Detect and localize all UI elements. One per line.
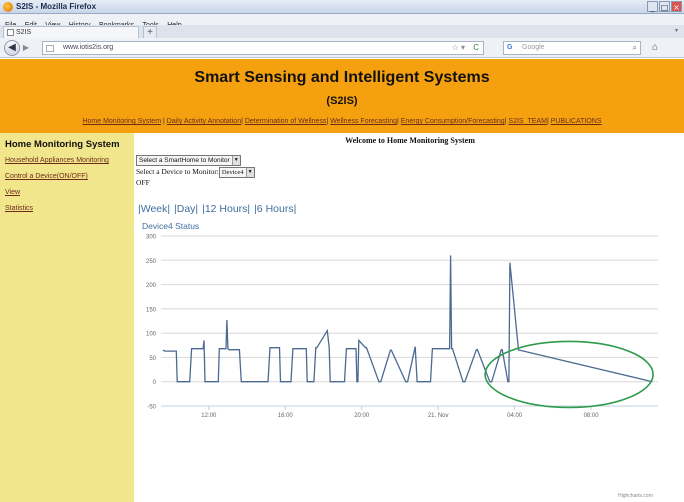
site-identity-icon[interactable]: [46, 45, 54, 52]
welcome-heading: Welcome to Home Monitoring System: [345, 136, 475, 145]
smarthome-select[interactable]: Select a SmartHome to Monitor ▼: [136, 155, 241, 166]
tab-list-icon[interactable]: ▾: [675, 27, 678, 34]
y-tick-label: 200: [146, 283, 157, 289]
reload-icon[interactable]: C: [473, 43, 479, 52]
device-select-row: Select a Device to Monitor: Device4 ▼: [136, 167, 255, 178]
url-bar[interactable]: www.iotis2is.org ☆ ▾ C: [42, 41, 484, 55]
bookmark-star-icon[interactable]: ☆ ▾: [452, 43, 465, 52]
chevron-down-icon: ▼: [231, 156, 240, 165]
chart-credit[interactable]: Highcharts.com: [618, 493, 653, 499]
range-6-hours[interactable]: |6 Hours|: [254, 203, 296, 215]
x-tick-label: 12:00: [201, 413, 217, 419]
nav-link-wellness[interactable]: Determination of Wellness: [245, 118, 327, 125]
series-line: [162, 255, 653, 383]
y-tick-label: 100: [146, 332, 157, 338]
tab-s2is[interactable]: S2IS: [3, 26, 139, 38]
device-state: OFF: [136, 178, 150, 187]
back-forward: ◀ ▶: [4, 40, 42, 56]
main-panel: Welcome to Home Monitoring System Select…: [136, 133, 684, 502]
y-tick-label: -50: [147, 405, 156, 411]
highlight-ellipse: [484, 340, 654, 409]
tab-bar: S2IS + ▾: [0, 25, 684, 38]
forward-button[interactable]: ▶: [20, 43, 32, 53]
sidebar-item-statistics[interactable]: Statistics: [5, 205, 33, 212]
browser-window: S2IS - Mozilla Firefox _ □ × File Edit V…: [0, 0, 684, 502]
chart-svg: Device4 Status -50 0 50 100 150 200 250 300 12:00…: [142, 221, 658, 419]
chart-title: Device4 Status: [142, 221, 199, 231]
maximize-icon[interactable]: □: [659, 1, 670, 12]
window-controls: _ □ ×: [647, 1, 682, 12]
url-text[interactable]: www.iotis2is.org: [63, 44, 113, 51]
site-subtitle: (S2IS): [326, 95, 358, 107]
nav-link-energy[interactable]: Energy Consumption/Forecasting: [401, 118, 505, 125]
sidebar-heading: Home Monitoring System: [5, 139, 120, 150]
device-select-label: Select a Device to Monitor:: [136, 167, 219, 177]
search-engine-icon[interactable]: G: [507, 44, 512, 51]
x-tick-label: 20:00: [354, 413, 370, 419]
search-icon[interactable]: ⌕: [633, 43, 637, 53]
x-tick-label: 21. Nov: [428, 413, 449, 419]
device-status-chart: Device4 Status -50 0 50 100 150 200 250 300 12:00…: [136, 219, 684, 499]
nav-link-forecasting[interactable]: Wellness Forecasting: [330, 118, 397, 125]
x-tick-label: 16:00: [278, 413, 294, 419]
smarthome-select-value: Select a SmartHome to Monitor: [139, 157, 230, 164]
device-select-value: Device4: [221, 169, 244, 176]
sidebar-item-control[interactable]: Control a Device(ON/OFF): [5, 173, 88, 180]
tab-label: S2IS: [16, 29, 32, 36]
y-tick-label: 0: [153, 380, 157, 386]
close-icon[interactable]: ×: [671, 1, 682, 12]
y-tick-label: 300: [146, 235, 157, 241]
site-banner: Smart Sensing and Intelligent Systems (S…: [0, 59, 684, 133]
range-12-hours[interactable]: |12 Hours|: [202, 203, 250, 215]
top-nav-links: Home Monitoring System | Daily Activity …: [0, 118, 684, 125]
site-title: Smart Sensing and Intelligent Systems: [194, 69, 490, 86]
window-title: S2IS - Mozilla Firefox: [16, 2, 97, 11]
title-bar: S2IS - Mozilla Firefox _ □ ×: [0, 0, 684, 14]
sidebar-item-view[interactable]: View: [5, 189, 20, 196]
new-tab-button[interactable]: +: [143, 26, 157, 38]
range-week[interactable]: |Week|: [138, 203, 170, 215]
y-tick-label: 250: [146, 259, 157, 265]
chevron-down-icon: ▼: [245, 168, 254, 177]
y-tick-label: 50: [149, 356, 156, 362]
minimize-icon[interactable]: _: [647, 1, 658, 12]
nav-link-home-monitoring[interactable]: Home Monitoring System: [82, 118, 161, 125]
x-tick-label: 08:00: [584, 413, 600, 419]
x-tick-label: 04:00: [507, 413, 523, 419]
search-bar[interactable]: G Google ⌕: [503, 41, 641, 55]
page-content: Smart Sensing and Intelligent Systems (S…: [0, 59, 684, 502]
sidebar: Home Monitoring System Household Applian…: [0, 133, 134, 502]
device-select[interactable]: Device4 ▼: [218, 167, 255, 178]
sidebar-item-appliances[interactable]: Household Appliances Monitoring: [5, 157, 109, 164]
nav-link-team[interactable]: S2IS_TEAM: [508, 118, 547, 125]
nav-link-daily-activity[interactable]: Daily Activity Annotation: [167, 118, 241, 125]
range-day[interactable]: |Day|: [174, 203, 198, 215]
menu-bar: File Edit View History Bookmarks Tools H…: [0, 14, 684, 29]
nav-link-publications[interactable]: PUBLICATIONS: [551, 118, 602, 125]
home-icon[interactable]: ⌂: [648, 41, 662, 55]
firefox-logo-icon: [3, 2, 13, 12]
time-range-links: |Week| |Day| |12 Hours| |6 Hours|: [138, 203, 297, 215]
y-tick-label: 150: [146, 307, 157, 313]
page-favicon-icon: [7, 29, 14, 36]
back-button[interactable]: ◀: [4, 40, 20, 56]
navigation-bar: ◀ ▶ www.iotis2is.org ☆ ▾ C G Google ⌕ ⌂: [0, 38, 684, 58]
search-input[interactable]: Google: [522, 44, 545, 51]
